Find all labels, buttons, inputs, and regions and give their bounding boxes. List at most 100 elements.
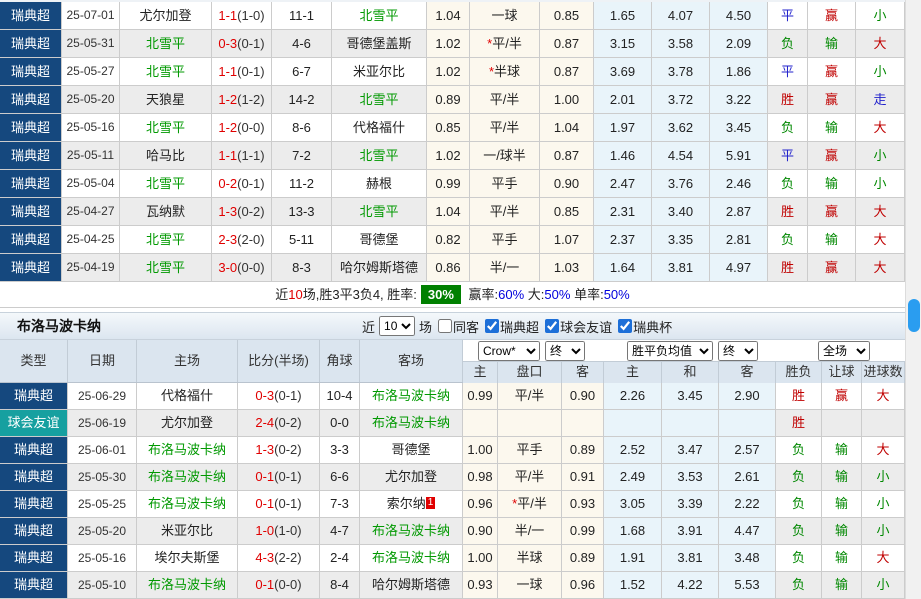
home-team[interactable]: 布洛马波卡纳 xyxy=(137,464,238,490)
home-team-name[interactable]: 天狼星 xyxy=(146,92,185,107)
away-team-name[interactable]: 布洛马波卡纳 xyxy=(372,388,450,403)
away-team[interactable]: 哥德堡 xyxy=(332,226,427,253)
filter-checkbox[interactable] xyxy=(485,319,500,333)
final-odds-select[interactable]: 终 xyxy=(545,341,585,361)
home-team[interactable]: 瓦纳默 xyxy=(120,198,212,225)
away-team-name[interactable]: 哥德堡盖斯 xyxy=(346,36,411,51)
away-team-name[interactable]: 哈尔姆斯塔德 xyxy=(340,260,418,275)
away-team-name[interactable]: 哥德堡 xyxy=(391,442,430,457)
home-team-name[interactable]: 北雪平 xyxy=(146,176,185,191)
handicap-cell: 半球 xyxy=(498,545,562,571)
home-team[interactable]: 天狼星 xyxy=(120,86,212,113)
result-goals: 小 xyxy=(862,518,905,544)
home-team-name[interactable]: 布洛马波卡纳 xyxy=(148,577,226,592)
avg-odds-select[interactable]: 胜平负均值 xyxy=(627,341,713,361)
away-team[interactable]: 索尔纳 1 xyxy=(360,491,463,517)
away-team-name[interactable]: 尤尔加登 xyxy=(385,469,437,484)
filter-bar: 近 10 场 同客 瑞典超 球会友谊 瑞典杯 xyxy=(362,313,672,339)
home-team[interactable]: 布洛马波卡纳 xyxy=(137,572,238,598)
home-team[interactable]: 埃尔夫斯堡 xyxy=(137,545,238,571)
home-team-name[interactable]: 代格福什 xyxy=(161,388,213,403)
home-team[interactable]: 北雪平 xyxy=(120,58,212,85)
away-team[interactable]: 代格福什 xyxy=(332,114,427,141)
filter-checkbox-item[interactable]: 同客 xyxy=(438,317,479,336)
away-team-name[interactable]: 哈尔姆斯塔德 xyxy=(372,577,450,592)
away-team-name[interactable]: 布洛马波卡纳 xyxy=(372,550,450,565)
away-team[interactable]: 布洛马波卡纳 xyxy=(360,383,463,409)
home-team-name[interactable]: 布洛马波卡纳 xyxy=(148,496,226,511)
home-team[interactable]: 北雪平 xyxy=(120,30,212,57)
home-team-name[interactable]: 尤尔加登 xyxy=(139,8,191,23)
home-team[interactable]: 北雪平 xyxy=(120,254,212,281)
home-team-name[interactable]: 布洛马波卡纳 xyxy=(148,469,226,484)
away-team-name[interactable]: 赫根 xyxy=(366,176,392,191)
away-team-name[interactable]: 米亚尔比 xyxy=(353,64,405,79)
home-team[interactable]: 北雪平 xyxy=(120,114,212,141)
filter-checkbox-item[interactable]: 球会友谊 xyxy=(545,317,612,336)
away-team-name[interactable]: 布洛马波卡纳 xyxy=(372,415,450,430)
home-team[interactable]: 北雪平 xyxy=(120,226,212,253)
away-team-name[interactable]: 索尔纳 xyxy=(387,496,426,511)
home-team[interactable]: 代格福什 xyxy=(137,383,238,409)
home-team[interactable]: 哈马比 xyxy=(120,142,212,169)
away-team[interactable]: 米亚尔比 xyxy=(332,58,427,85)
result-wdl: 胜 xyxy=(768,86,808,113)
away-water-odds: 0.91 xyxy=(562,464,604,490)
away-team[interactable]: 北雪平 xyxy=(332,198,427,225)
away-team[interactable]: 北雪平 xyxy=(332,2,427,29)
away-team-name[interactable]: 哥德堡 xyxy=(359,232,398,247)
away-team-name[interactable]: 北雪平 xyxy=(359,148,398,163)
filter-checkbox-item[interactable]: 瑞典超 xyxy=(485,317,539,336)
away-team-name[interactable]: 代格福什 xyxy=(353,120,405,135)
away-team-name[interactable]: 北雪平 xyxy=(359,8,398,23)
scrollbar-track[interactable] xyxy=(905,0,921,599)
home-team[interactable]: 北雪平 xyxy=(120,170,212,197)
home-team-name[interactable]: 北雪平 xyxy=(146,120,185,135)
away-team[interactable]: 哈尔姆斯塔德 xyxy=(360,572,463,598)
home-team-name[interactable]: 埃尔夫斯堡 xyxy=(154,550,219,565)
away-team-name[interactable]: 北雪平 xyxy=(359,204,398,219)
subcolumn-header: 和 xyxy=(662,362,719,383)
away-team-name[interactable]: 布洛马波卡纳 xyxy=(372,523,450,538)
filter-checkbox[interactable] xyxy=(438,319,453,333)
home-team[interactable]: 布洛马波卡纳 xyxy=(137,437,238,463)
away-team[interactable]: 哥德堡 xyxy=(360,437,463,463)
home-team[interactable]: 尤尔加登 xyxy=(120,2,212,29)
home-team-name[interactable]: 北雪平 xyxy=(146,232,185,247)
recent-count-select[interactable]: 10 xyxy=(379,316,416,336)
scrollbar-thumb[interactable] xyxy=(908,299,920,332)
league-cell: 瑞典超 xyxy=(0,86,62,113)
filter-checkbox[interactable] xyxy=(618,319,633,333)
result-handicap: 输 xyxy=(822,572,862,598)
league-cell: 瑞典超 xyxy=(0,198,62,225)
home-team-name[interactable]: 瓦纳默 xyxy=(146,204,185,219)
home-team[interactable]: 尤尔加登 xyxy=(137,410,238,436)
away-team[interactable]: 北雪平 xyxy=(332,86,427,113)
home-team-name[interactable]: 北雪平 xyxy=(146,36,185,51)
away-team[interactable]: 哥德堡盖斯 xyxy=(332,30,427,57)
home-team[interactable]: 布洛马波卡纳 xyxy=(137,491,238,517)
away-team[interactable]: 赫根 xyxy=(332,170,427,197)
filter-checkbox[interactable] xyxy=(545,319,560,333)
odds-company-select[interactable]: Crow* xyxy=(478,341,540,361)
scope-select[interactable]: 全场 xyxy=(818,341,870,361)
away-team[interactable]: 尤尔加登 xyxy=(360,464,463,490)
result-goals: 小 xyxy=(856,58,905,85)
final-avg-select[interactable]: 终 xyxy=(718,341,758,361)
home-team-name[interactable]: 北雪平 xyxy=(146,260,185,275)
away-team-name[interactable]: 北雪平 xyxy=(359,92,398,107)
home-team-name[interactable]: 尤尔加登 xyxy=(161,415,213,430)
filter-checkbox-item[interactable]: 瑞典杯 xyxy=(618,317,672,336)
avg-away-odds: 2.87 xyxy=(710,198,768,225)
home-team-name[interactable]: 北雪平 xyxy=(146,64,185,79)
away-team[interactable]: 布洛马波卡纳 xyxy=(360,410,463,436)
home-team-name[interactable]: 哈马比 xyxy=(146,148,185,163)
handicap-cell: 平手 xyxy=(498,437,562,463)
home-team-name[interactable]: 布洛马波卡纳 xyxy=(148,442,226,457)
away-team[interactable]: 布洛马波卡纳 xyxy=(360,518,463,544)
home-team[interactable]: 米亚尔比 xyxy=(137,518,238,544)
away-team[interactable]: 哈尔姆斯塔德 xyxy=(332,254,427,281)
away-team[interactable]: 北雪平 xyxy=(332,142,427,169)
home-team-name[interactable]: 米亚尔比 xyxy=(161,523,213,538)
away-team[interactable]: 布洛马波卡纳 xyxy=(360,545,463,571)
